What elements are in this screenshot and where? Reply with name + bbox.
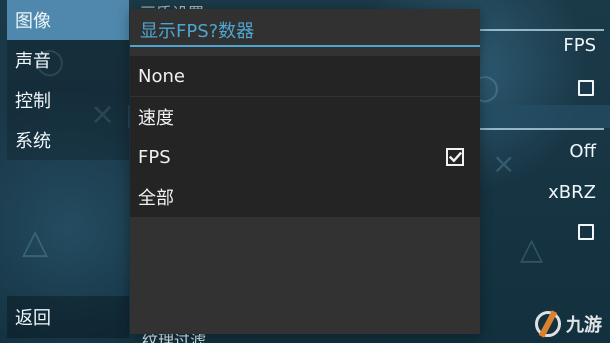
checked-box-icon[interactable] [446,148,464,166]
checkmark-icon [448,151,462,163]
sidebar-item-audio[interactable]: 声音 [7,40,129,80]
sidebar-item-system[interactable]: 系统 [7,120,129,160]
sidebar-item-controls[interactable]: 控制 [7,80,129,120]
watermark-logo-icon [535,311,561,337]
option-speed[interactable]: 速度 [130,97,480,137]
option-label: FPS [138,146,171,168]
dialog-title: 显示FPS?数器 [130,9,480,47]
option-fps[interactable]: FPS [130,137,480,177]
watermark: 九游 [535,311,602,337]
option-none[interactable]: None [130,56,480,96]
sidebar-item-label: 图像 [15,11,51,32]
option-label: None [138,65,185,87]
sidebar-item-graphics[interactable]: 图像 [7,0,129,40]
sidebar-item-label: 声音 [15,51,51,72]
dialog-empty-area [130,217,480,334]
setting-checkbox[interactable] [578,80,594,96]
back-label: 返回 [15,308,51,329]
xbrz-value-label: xBRZ [548,182,596,203]
option-all[interactable]: 全部 [130,177,480,217]
sidebar-item-label: 控制 [15,91,51,112]
off-value-label: Off [569,141,596,162]
settings-sidebar: 图像 声音 控制 系统 返回 [0,0,129,343]
option-label: 速度 [138,108,174,129]
back-button[interactable]: 返回 [7,296,129,338]
setting-checkbox[interactable] [578,224,594,240]
fps-value-label: FPS [563,35,596,56]
option-label: 全部 [138,188,174,209]
watermark-label: 九游 [566,315,602,336]
fps-display-dialog: 显示FPS?数器 None 速度 FPS 全部 [130,9,480,334]
sidebar-item-label: 系统 [15,131,51,152]
